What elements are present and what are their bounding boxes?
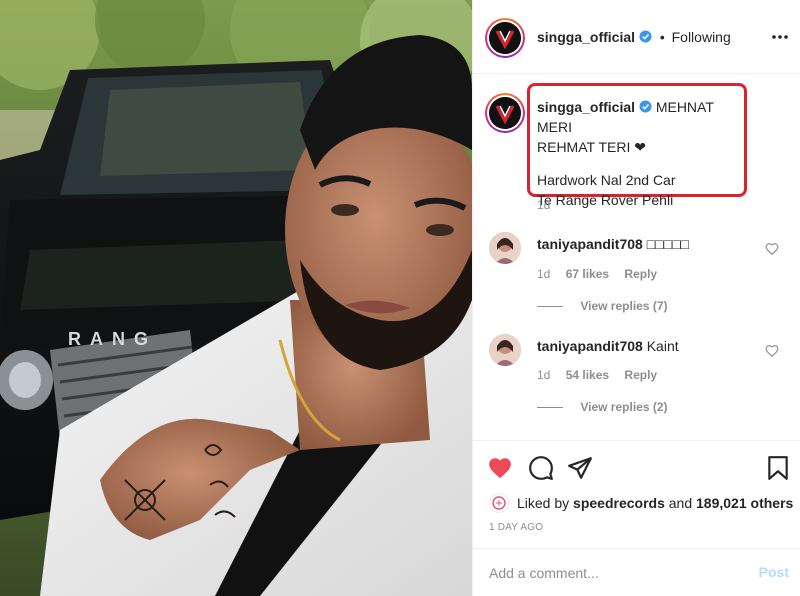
header-user-line: singga_official • Following xyxy=(537,29,731,45)
comment-text: □□□□□ xyxy=(646,236,689,252)
author-avatar[interactable] xyxy=(485,18,525,58)
comment-meta: 1d 54 likes Reply xyxy=(537,368,669,382)
comment-time: 1d xyxy=(537,267,551,281)
post-header: singga_official • Following xyxy=(473,0,800,74)
commenter-avatar[interactable] xyxy=(489,232,521,264)
singga-logo-icon xyxy=(489,97,521,129)
comment-item: taniyapandit708 □□□□□ 1d 67 likes Reply … xyxy=(473,232,800,332)
comment-meta: 1d 67 likes Reply xyxy=(537,267,669,281)
comment-likes[interactable]: 67 likes xyxy=(566,267,609,281)
replies-divider xyxy=(537,306,563,308)
replies-divider xyxy=(537,407,563,409)
post-comment-button[interactable]: Post xyxy=(759,564,789,580)
comment-like-icon[interactable] xyxy=(765,344,779,358)
singga-logo-icon xyxy=(489,22,521,54)
post-actions: Liked by speedrecords and 189,021 others… xyxy=(473,440,800,548)
liked-by-user[interactable]: speedrecords xyxy=(573,495,665,511)
caption-username[interactable]: singga_official xyxy=(537,99,635,115)
comments-scroll-area[interactable]: singga_official MEHNAT MERI REHMAT TERI … xyxy=(473,75,800,439)
comment-item: taniyapandit708 Kaint 1d 54 likes Reply … xyxy=(473,334,800,434)
comment-time: 1d xyxy=(537,368,551,382)
comment-text: Kaint xyxy=(646,338,679,354)
caption-line-2: REHMAT TERI ❤ xyxy=(537,139,646,155)
following-button[interactable]: Following xyxy=(672,29,731,45)
add-comment-input[interactable] xyxy=(489,562,749,584)
comment-username[interactable]: taniyapandit708 xyxy=(537,338,643,354)
liked-by-text: Liked by speedrecords and 189,021 others xyxy=(517,495,793,511)
verified-badge-icon xyxy=(639,100,652,113)
photo-illustration: RANG xyxy=(0,0,472,596)
caption-author-avatar[interactable] xyxy=(485,93,525,133)
add-comment-bar: Post xyxy=(473,548,800,596)
view-replies-label: View replies (7) xyxy=(580,299,668,313)
caption-line-4: Te Range Rover Pehli xyxy=(537,192,674,208)
comment-username[interactable]: taniyapandit708 xyxy=(537,236,643,252)
separator-dot: • xyxy=(659,29,665,45)
view-replies-button[interactable]: View replies (7) xyxy=(537,299,668,313)
view-replies-label: View replies (2) xyxy=(580,400,668,414)
reply-button[interactable]: Reply xyxy=(624,368,657,382)
liked-by-joiner: and xyxy=(668,495,693,511)
author-username[interactable]: singga_official xyxy=(537,29,635,45)
commenter-avatar[interactable] xyxy=(489,334,521,366)
bookmark-icon[interactable] xyxy=(765,455,791,481)
verified-badge-icon xyxy=(639,30,652,43)
caption-timestamp: 1d xyxy=(537,198,551,212)
comment-likes[interactable]: 54 likes xyxy=(566,368,609,382)
speedrecords-avatar[interactable] xyxy=(489,493,509,513)
caption-text: singga_official MEHNAT MERI REHMAT TERI … xyxy=(537,97,747,210)
liked-by-prefix: Liked by xyxy=(517,495,570,511)
caption-line-3: Hardwork Nal 2nd Car xyxy=(537,172,676,188)
paper-plane-icon[interactable] xyxy=(567,455,593,481)
post-side-panel: singga_official • Following singga_offic… xyxy=(472,0,800,596)
post-timestamp[interactable]: 1 DAY AGO xyxy=(489,522,543,533)
heart-filled-icon[interactable] xyxy=(487,455,513,481)
post-photo[interactable]: RANG xyxy=(0,0,472,596)
liked-by-count[interactable]: 189,021 others xyxy=(696,495,793,511)
view-replies-button[interactable]: View replies (2) xyxy=(537,400,668,414)
comment-body: taniyapandit708 Kaint xyxy=(537,338,679,354)
car-badge-text: RANG xyxy=(68,329,157,349)
reply-button[interactable]: Reply xyxy=(624,267,657,281)
comment-body: taniyapandit708 □□□□□ xyxy=(537,236,689,252)
ellipsis-icon[interactable] xyxy=(771,28,789,46)
comment-like-icon[interactable] xyxy=(765,242,779,256)
speech-bubble-icon[interactable] xyxy=(528,455,554,481)
